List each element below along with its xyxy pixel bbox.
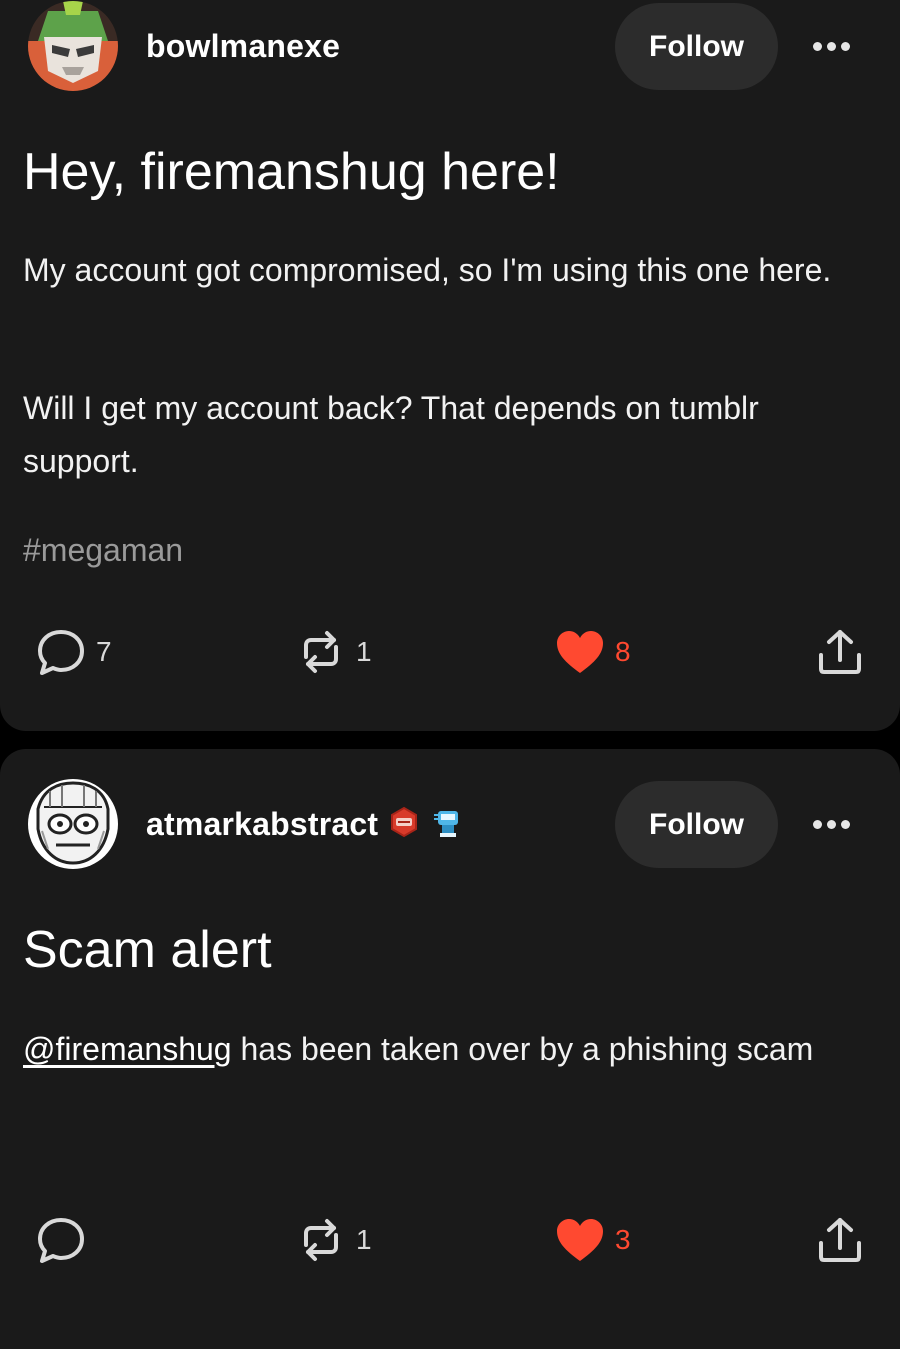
avatar[interactable]	[28, 779, 118, 869]
like-button[interactable]: 8	[555, 622, 631, 682]
comment-count: 7	[96, 636, 112, 667]
follow-button[interactable]: Follow	[615, 781, 778, 868]
username-row: bowlmanexe	[146, 1, 340, 91]
follow-button[interactable]: Follow	[615, 3, 778, 90]
post-card: atmarkabstract Follow Scam alert @firema…	[0, 749, 900, 1349]
username-row: atmarkabstract	[146, 779, 464, 869]
post-tag[interactable]: #megaman	[23, 532, 183, 569]
post-title: Scam alert	[23, 921, 272, 979]
share-icon	[819, 630, 861, 674]
more-dots-icon[interactable]	[806, 26, 856, 66]
share-button[interactable]	[815, 622, 865, 682]
post-paragraph: Will I get my account back? That depends…	[23, 390, 759, 479]
like-count: 3	[615, 1224, 631, 1255]
hexagon-badge-icon[interactable]	[388, 806, 420, 843]
heart-icon	[557, 631, 603, 673]
like-count: 8	[615, 636, 631, 667]
post-body-text: has been taken over by a phishing scam	[231, 1031, 814, 1067]
post-card: bowlmanexe Follow Hey, firemanshug here!…	[0, 0, 900, 731]
username[interactable]: atmarkabstract	[146, 806, 378, 843]
heart-icon	[557, 1219, 603, 1261]
post-actions: 1 3	[0, 1210, 900, 1270]
share-button[interactable]	[815, 1210, 865, 1270]
more-dots-icon[interactable]	[806, 804, 856, 844]
post-paragraph: My account got compromised, so I'm using…	[23, 252, 832, 288]
reblog-count: 1	[356, 1224, 372, 1255]
post-paragraph: @firemanshug has been taken over by a ph…	[23, 1023, 863, 1076]
reblog-button[interactable]: 1	[296, 1210, 372, 1270]
post-title: Hey, firemanshug here!	[23, 143, 560, 201]
reblog-button[interactable]: 1	[296, 622, 372, 682]
post-header: atmarkabstract Follow	[0, 779, 900, 869]
comment-button[interactable]: 7	[36, 622, 112, 682]
username[interactable]: bowlmanexe	[146, 28, 340, 65]
comment-icon	[38, 1218, 84, 1263]
comment-button[interactable]	[36, 1210, 86, 1270]
post-header: bowlmanexe Follow	[0, 1, 900, 91]
robot-badge-icon[interactable]	[430, 805, 464, 844]
comment-icon	[38, 630, 84, 675]
share-icon	[819, 1218, 861, 1262]
like-button[interactable]: 3	[555, 1210, 631, 1270]
reblog-count: 1	[356, 636, 372, 667]
mention-link[interactable]: @firemanshug	[23, 1031, 232, 1067]
avatar[interactable]	[28, 1, 118, 91]
reblog-icon	[304, 631, 338, 673]
post-actions: 7 1 8	[0, 622, 900, 682]
reblog-icon	[304, 1219, 338, 1261]
